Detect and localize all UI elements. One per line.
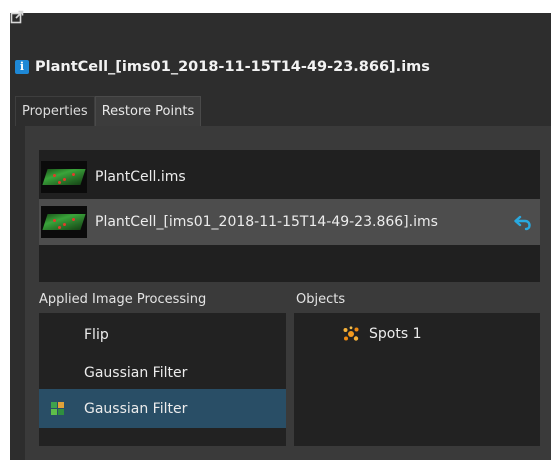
object-item-label: Spots 1 [369, 326, 422, 342]
dataset-thumbnail-icon [41, 206, 87, 238]
info-icon: i [15, 60, 29, 74]
restore-point-list[interactable]: PlantCell.ims PlantCell_[ims01_2018-11-1… [39, 150, 540, 282]
dataset-thumbnail-icon [41, 161, 87, 193]
title-row: i PlantCell_[ims01_2018-11-15T14-49-23.8… [15, 54, 430, 80]
processing-item-gaussian-filter[interactable]: Gaussian Filter [39, 353, 286, 392]
restore-undo-icon[interactable] [514, 213, 532, 231]
processing-item-label: Gaussian Filter [84, 364, 188, 381]
filter-grid-icon [51, 402, 64, 415]
processing-item-label: Flip [84, 326, 109, 343]
processing-item-gaussian-filter-selected[interactable]: Gaussian Filter [39, 389, 286, 428]
restore-point-label: PlantCell.ims [95, 169, 186, 185]
processing-item-label: Gaussian Filter [84, 400, 188, 417]
window-title: PlantCell_[ims01_2018-11-15T14-49-23.866… [35, 59, 430, 75]
restore-point-item[interactable]: PlantCell.ims [39, 154, 540, 200]
processing-list[interactable]: Flip Gaussian Filter Gaussian Filter [39, 313, 286, 446]
spots-icon [343, 326, 359, 341]
tab-bar: Properties Restore Points [15, 96, 202, 126]
tab-restore-points[interactable]: Restore Points [94, 96, 202, 126]
restore-point-label: PlantCell_[ims01_2018-11-15T14-49-23.866… [95, 214, 438, 230]
processing-item-flip[interactable]: Flip [39, 315, 286, 354]
applied-processing-heading: Applied Image Processing [39, 292, 207, 307]
objects-heading: Objects [296, 292, 346, 307]
restore-point-item-selected[interactable]: PlantCell_[ims01_2018-11-15T14-49-23.866… [39, 199, 540, 245]
tab-properties[interactable]: Properties [15, 96, 95, 126]
popout-icon[interactable] [10, 10, 24, 24]
objects-list[interactable]: Spots 1 [294, 313, 540, 446]
